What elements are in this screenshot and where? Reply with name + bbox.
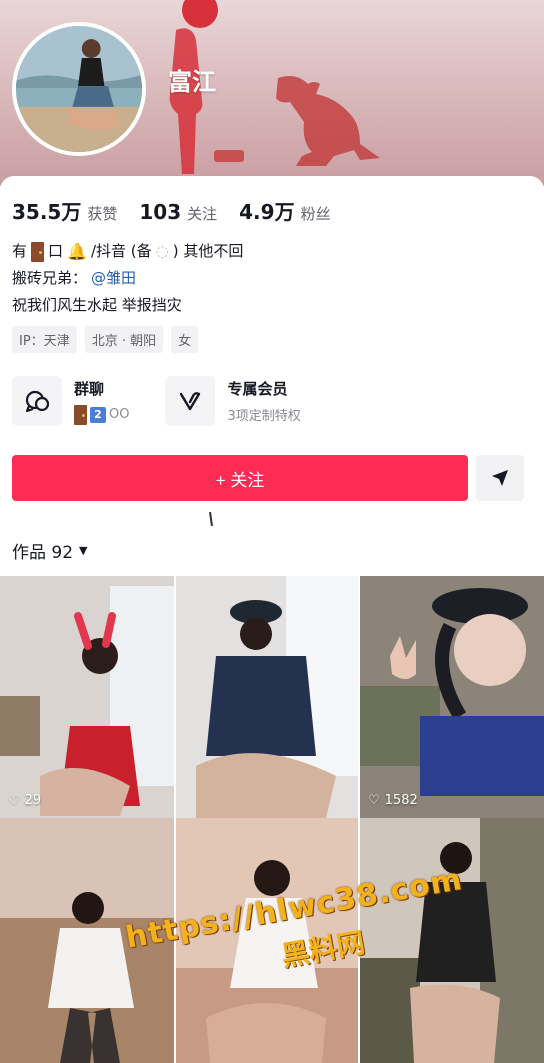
bio-text: 祝我们风生水起 举报挡灾 bbox=[12, 296, 182, 314]
door-icon bbox=[74, 404, 87, 425]
send-icon bbox=[492, 470, 508, 486]
bio-text: 口 bbox=[48, 242, 64, 260]
tag-gender: 女 bbox=[171, 326, 199, 353]
follow-label: + 关注 bbox=[215, 470, 265, 490]
follow-button[interactable]: + 关注 bbox=[12, 455, 468, 501]
profile-banner: 富江 bbox=[0, 0, 544, 186]
caret-down-icon: ▼ bbox=[79, 544, 88, 557]
bell-icon: 🔔 bbox=[67, 242, 87, 261]
bio-text: 有 bbox=[12, 242, 28, 260]
bio-line-3: 祝我们风生水起 举报挡灾 bbox=[12, 292, 243, 319]
door-icon bbox=[31, 241, 45, 262]
group-chat-tile[interactable]: 群聊 2 OO bbox=[12, 376, 129, 426]
member-title: 专属会员 bbox=[227, 380, 288, 398]
mention-link[interactable]: @雏田 bbox=[91, 265, 136, 292]
heart-icon: ♡ bbox=[368, 793, 380, 808]
likes-value: 29 bbox=[24, 793, 42, 808]
video-thumbnail[interactable] bbox=[176, 576, 358, 818]
video-thumbnail[interactable]: ♡ 1582 bbox=[360, 576, 544, 818]
number-badge: 2 bbox=[90, 406, 106, 423]
group-chat-sub-text: OO bbox=[109, 407, 130, 422]
stat-following-label: 关注 bbox=[187, 205, 218, 223]
heart-icon: ♡ bbox=[8, 793, 20, 808]
stat-likes[interactable]: 35.5万 获赞 bbox=[12, 196, 117, 225]
member-sub: 3项定制特权 bbox=[227, 409, 301, 424]
vip-icon bbox=[165, 376, 216, 426]
stat-following[interactable]: 103 关注 bbox=[139, 200, 217, 224]
feature-tiles: 群聊 2 OO 专属会员 3项定制特权 bbox=[12, 376, 301, 426]
stat-followers-label: 粉丝 bbox=[300, 205, 331, 223]
share-button[interactable] bbox=[476, 455, 524, 501]
video-thumbnail[interactable]: ♡ 29 bbox=[0, 576, 174, 818]
group-chat-sub: 2 OO bbox=[74, 404, 130, 425]
profile-card: 35.5万 获赞 103 关注 4.9万 粉丝 有 口 🔔 /抖音 (备 ◌ )… bbox=[0, 176, 544, 576]
works-label: 作品 92 bbox=[12, 543, 74, 563]
avatar[interactable] bbox=[12, 22, 146, 156]
stat-followers-value: 4.9万 bbox=[239, 200, 295, 224]
bio-text: 搬砖兄弟： bbox=[12, 269, 88, 287]
stats-row: 35.5万 获赞 103 关注 4.9万 粉丝 bbox=[12, 196, 331, 225]
likes-value: 1582 bbox=[384, 793, 418, 808]
bio-text: ) 其他不回 bbox=[172, 242, 244, 260]
works-tab[interactable]: 作品 92 ▼ bbox=[12, 538, 88, 563]
chat-bubble-icon bbox=[12, 376, 62, 426]
tag-ip: IP：天津 bbox=[12, 326, 77, 353]
emoji-icon: ◌ bbox=[155, 242, 169, 260]
profile-nickname: 富江 bbox=[168, 68, 216, 96]
member-tile[interactable]: 专属会员 3项定制特权 bbox=[165, 376, 301, 426]
stat-likes-label: 获赞 bbox=[87, 205, 118, 223]
bio-line-1: 有 口 🔔 /抖音 (备 ◌ ) 其他不回 bbox=[12, 238, 243, 265]
stat-likes-value: 35.5万 bbox=[12, 200, 82, 224]
profile-bio: 有 口 🔔 /抖音 (备 ◌ ) 其他不回 搬砖兄弟： @雏田 祝我们风生水起 … bbox=[12, 238, 243, 319]
bio-text: /抖音 (备 bbox=[90, 242, 152, 260]
profile-tags: IP：天津 北京 · 朝阳 女 bbox=[12, 326, 199, 353]
stat-following-value: 103 bbox=[139, 200, 182, 224]
stray-mark bbox=[209, 511, 213, 527]
group-chat-title: 群聊 bbox=[74, 379, 105, 398]
tag-location: 北京 · 朝阳 bbox=[84, 326, 164, 353]
likes-count: ♡ 29 bbox=[8, 793, 41, 808]
likes-count: ♡ 1582 bbox=[368, 793, 418, 808]
stat-followers[interactable]: 4.9万 粉丝 bbox=[239, 196, 330, 225]
bio-line-2: 搬砖兄弟： @雏田 bbox=[12, 265, 243, 292]
